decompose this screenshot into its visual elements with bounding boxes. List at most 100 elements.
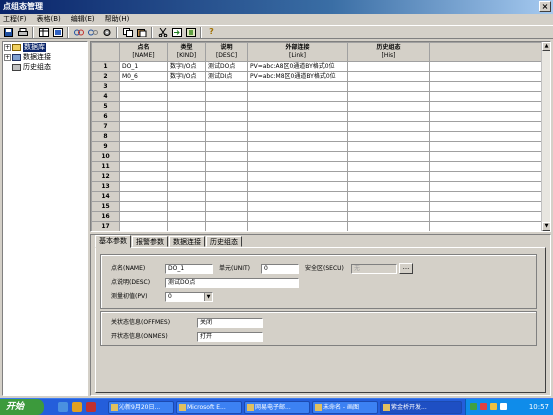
table-cell[interactable] bbox=[247, 151, 348, 162]
project-tree[interactable]: + 数据库 + 数据连接 历史组态 bbox=[2, 41, 88, 396]
help-icon[interactable]: ? bbox=[205, 26, 218, 38]
table-cell[interactable] bbox=[205, 121, 248, 132]
table-cell[interactable] bbox=[119, 81, 168, 92]
table-cell[interactable] bbox=[205, 151, 248, 162]
expand-icon[interactable]: + bbox=[4, 44, 11, 51]
table-row[interactable]: 3 bbox=[91, 81, 544, 92]
start-button[interactable]: 开始 bbox=[0, 399, 44, 415]
scroll-up-icon[interactable]: ▲ bbox=[542, 42, 550, 51]
column-header-his[interactable]: 历史组态 [His] bbox=[347, 42, 430, 62]
tab-history[interactable]: 历史组态 bbox=[206, 236, 242, 247]
table-cell[interactable] bbox=[119, 201, 168, 212]
table-cell[interactable] bbox=[167, 91, 206, 102]
offmes-field[interactable]: 关闭 bbox=[197, 318, 263, 328]
table-cell[interactable] bbox=[429, 141, 544, 152]
table-cell[interactable] bbox=[119, 101, 168, 112]
browser-icon[interactable] bbox=[72, 402, 82, 412]
onmes-field[interactable]: 打开 bbox=[197, 332, 263, 342]
volume-icon[interactable] bbox=[490, 403, 497, 410]
table-cell[interactable]: 测试DI点 bbox=[205, 71, 248, 82]
table-cell[interactable] bbox=[167, 101, 206, 112]
tree-node-database[interactable]: + 数据库 bbox=[4, 43, 86, 52]
table-cell[interactable] bbox=[429, 81, 544, 92]
table-cell[interactable] bbox=[205, 131, 248, 142]
table-cell[interactable] bbox=[247, 101, 348, 112]
row-number[interactable]: 5 bbox=[91, 101, 120, 112]
table-cell[interactable] bbox=[347, 141, 430, 152]
table-cell[interactable] bbox=[167, 81, 206, 92]
table-cell[interactable] bbox=[205, 191, 248, 202]
table-cell[interactable]: PV=abc:M8区0通道BY格式0位 bbox=[247, 71, 348, 82]
table-cell[interactable] bbox=[205, 91, 248, 102]
row-number[interactable]: 15 bbox=[91, 201, 120, 212]
table-row[interactable]: 10 bbox=[91, 151, 544, 162]
table-cell[interactable] bbox=[247, 81, 348, 92]
menu-project[interactable]: 工程(F) bbox=[3, 14, 27, 25]
task-item[interactable]: 网易电子邮... bbox=[244, 401, 310, 414]
table-icon[interactable] bbox=[37, 26, 50, 38]
table-cell[interactable] bbox=[429, 161, 544, 172]
table-cell[interactable] bbox=[167, 141, 206, 152]
table-cell[interactable] bbox=[119, 131, 168, 142]
settings-icon[interactable] bbox=[100, 26, 113, 38]
table-cell[interactable] bbox=[429, 71, 544, 82]
table-cell[interactable] bbox=[167, 161, 206, 172]
scroll-down-icon[interactable]: ▼ bbox=[542, 222, 550, 231]
print-icon[interactable] bbox=[16, 26, 29, 38]
chevron-down-icon[interactable]: ▼ bbox=[204, 293, 212, 301]
save-icon[interactable] bbox=[2, 26, 15, 38]
table-row[interactable]: 1 DO_1 数字I/O点 测试DO点 PV=abc:A8区0通道BY格式0位 bbox=[91, 61, 544, 72]
row-number[interactable]: 7 bbox=[91, 121, 120, 132]
column-header-link[interactable]: 外部连接 [Link] bbox=[247, 42, 348, 62]
table-cell[interactable] bbox=[347, 191, 430, 202]
link-icon[interactable] bbox=[72, 26, 85, 38]
table-cell[interactable] bbox=[247, 161, 348, 172]
table-cell[interactable] bbox=[429, 121, 544, 132]
table-cell[interactable] bbox=[167, 111, 206, 122]
table-cell[interactable] bbox=[119, 151, 168, 162]
table-cell[interactable] bbox=[205, 181, 248, 192]
table-cell[interactable] bbox=[247, 131, 348, 142]
antivirus-icon[interactable] bbox=[480, 403, 487, 410]
table-cell[interactable] bbox=[429, 101, 544, 112]
table-cell[interactable] bbox=[247, 191, 348, 202]
table-cell[interactable] bbox=[205, 101, 248, 112]
table-row[interactable]: 14 bbox=[91, 191, 544, 202]
table-cell[interactable] bbox=[429, 111, 544, 122]
table-row[interactable]: 15 bbox=[91, 201, 544, 212]
table-cell[interactable] bbox=[247, 181, 348, 192]
table-cell[interactable] bbox=[347, 201, 430, 212]
unlink-icon[interactable] bbox=[86, 26, 99, 38]
table-cell[interactable] bbox=[205, 171, 248, 182]
table-row[interactable]: 16 bbox=[91, 211, 544, 222]
table-cell[interactable] bbox=[167, 221, 206, 231]
table-cell[interactable] bbox=[347, 101, 430, 112]
unit-field[interactable]: 0 bbox=[261, 264, 299, 274]
table-cell[interactable] bbox=[167, 201, 206, 212]
table-cell[interactable] bbox=[167, 191, 206, 202]
row-number[interactable]: 17 bbox=[91, 221, 120, 231]
table-row[interactable]: 8 bbox=[91, 131, 544, 142]
table-cell[interactable]: 数字I/O点 bbox=[167, 71, 206, 82]
table-cell[interactable] bbox=[347, 71, 430, 82]
table-cell[interactable] bbox=[247, 111, 348, 122]
table-cell[interactable] bbox=[119, 161, 168, 172]
menu-edit[interactable]: 编辑(E) bbox=[71, 14, 95, 25]
table-cell[interactable] bbox=[429, 61, 544, 72]
table-row[interactable]: 13 bbox=[91, 181, 544, 192]
row-number[interactable]: 9 bbox=[91, 141, 120, 152]
table-cell[interactable] bbox=[429, 91, 544, 102]
table-cell[interactable] bbox=[347, 211, 430, 222]
tree-node-data-connection[interactable]: + 数据连接 bbox=[4, 53, 86, 62]
task-item[interactable]: 沁新9月20日... bbox=[108, 401, 174, 414]
row-number[interactable]: 4 bbox=[91, 91, 120, 102]
table-cell[interactable] bbox=[119, 91, 168, 102]
table-cell[interactable] bbox=[429, 201, 544, 212]
table-cell[interactable] bbox=[347, 221, 430, 231]
table-cell[interactable] bbox=[205, 111, 248, 122]
vertical-scrollbar[interactable]: ▲ ▼ bbox=[541, 42, 550, 231]
cut-icon[interactable] bbox=[156, 26, 169, 38]
table-row[interactable]: 4 bbox=[91, 91, 544, 102]
points-grid[interactable]: 点名 [NAME] 类型 [KIND] 说明 [DESC] 外部连接 [Link] 历史… bbox=[90, 41, 551, 232]
table-cell[interactable] bbox=[429, 191, 544, 202]
